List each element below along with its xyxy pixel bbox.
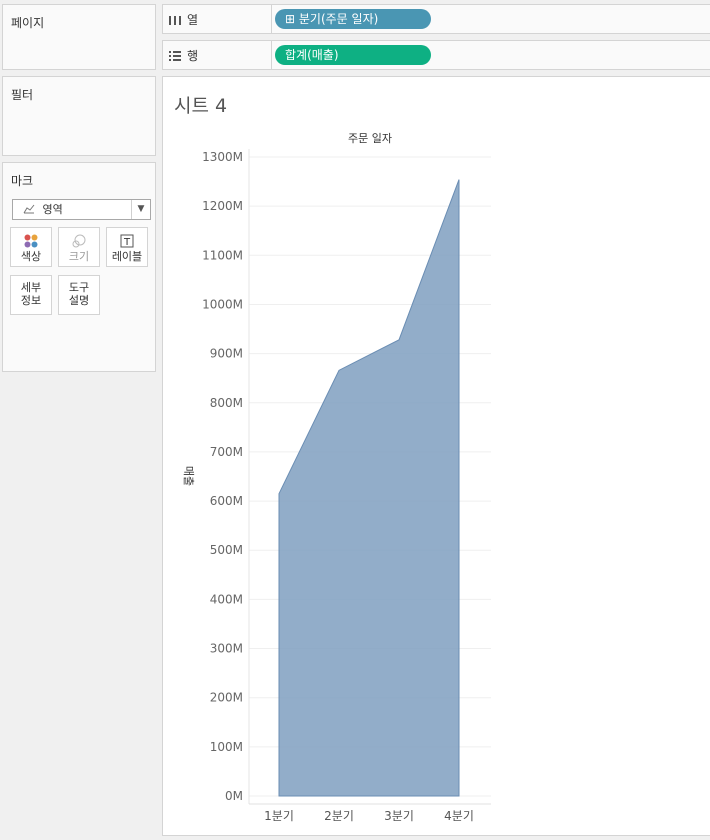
color-button-label: 색상: [20, 250, 42, 263]
filters-panel[interactable]: 필터: [2, 76, 156, 156]
marks-panel: 마크 영역 ▼ 색상 크기 T 레이블 세부 정보 도구 설명: [2, 162, 156, 372]
y-tick-label: 0M: [225, 789, 243, 803]
detail-button[interactable]: 세부 정보: [10, 275, 52, 315]
area-chart-icon: [23, 204, 35, 214]
y-axis: 0M 100M 200M 300M 400M 500M 600M 700M 800M 900M 10…: [202, 149, 250, 804]
x-tick-label: 2분기: [324, 809, 354, 823]
y-tick-label: 600M: [210, 494, 243, 508]
filters-panel-title: 필터: [11, 88, 34, 102]
data-point[interactable]: [397, 338, 401, 342]
y-tick-label: 400M: [210, 592, 243, 606]
y-tick-label: 200M: [210, 691, 243, 705]
area-series[interactable]: [278, 179, 460, 797]
x-axis: 1분기 2분기 3분기 4분기: [249, 803, 491, 823]
svg-text:T: T: [123, 237, 131, 248]
area-chart[interactable]: 0M 100M 200M 300M 400M 500M 600M 700M 800M 900M 10…: [163, 77, 710, 832]
chevron-down-icon: ▼: [131, 200, 150, 219]
y-tick-label: 300M: [210, 642, 243, 656]
y-axis-title: 매출: [182, 466, 195, 486]
text-label-icon: T: [120, 234, 134, 248]
pages-panel[interactable]: 페이지: [2, 4, 156, 70]
size-icon: [72, 234, 86, 248]
worksheet-view: 시트 4 0M 100M 200M 300M 400M 500M 600M 700M 800M 9…: [162, 76, 710, 836]
y-tick-label: 900M: [210, 347, 243, 361]
columns-shelf-label: 열: [187, 13, 199, 27]
mark-type-dropdown[interactable]: 영역 ▼: [12, 199, 151, 220]
columns-icon: [169, 15, 181, 25]
y-tick-label: 1300M: [202, 150, 243, 164]
color-icon: [24, 234, 38, 248]
chart-marks[interactable]: [277, 178, 461, 797]
y-tick-label: 500M: [210, 543, 243, 557]
size-button[interactable]: 크기: [58, 227, 100, 267]
column-header: 주문 일자: [348, 131, 392, 145]
data-point[interactable]: [277, 492, 281, 496]
y-tick-label: 100M: [210, 740, 243, 754]
x-tick-label: 4분기: [444, 809, 474, 823]
tooltip-button[interactable]: 도구 설명: [58, 275, 100, 315]
columns-shelf-label-group: 열: [169, 11, 198, 28]
color-button[interactable]: 색상: [10, 227, 52, 267]
detail-button-label-1: 세부: [20, 281, 42, 294]
y-tick-label: 800M: [210, 396, 243, 410]
x-tick-label: 3분기: [384, 809, 414, 823]
y-tick-label: 1100M: [202, 248, 243, 262]
label-button[interactable]: T 레이블: [106, 227, 148, 267]
shelf-divider: [271, 5, 272, 33]
rows-icon: [169, 50, 181, 61]
y-tick-label: 1000M: [202, 297, 243, 311]
detail-button-label-2: 정보: [20, 294, 42, 307]
mark-type-label: 영역: [42, 203, 63, 216]
rows-pill[interactable]: 합계(매출): [275, 45, 431, 65]
rows-shelf[interactable]: 행 합계(매출): [162, 40, 710, 70]
tooltip-button-label-2: 설명: [68, 294, 90, 307]
rows-shelf-label-group: 행: [169, 47, 198, 64]
label-button-label: 레이블: [111, 250, 143, 263]
y-tick-label: 700M: [210, 445, 243, 459]
marks-panel-title: 마크: [11, 174, 34, 188]
y-tick-label: 1200M: [202, 199, 243, 213]
shelf-divider: [271, 41, 272, 69]
rows-shelf-label: 행: [187, 49, 199, 63]
data-point[interactable]: [457, 178, 461, 182]
data-point[interactable]: [337, 368, 341, 372]
x-tick-label: 1분기: [264, 809, 294, 823]
columns-pill[interactable]: ⊞ 분기(주문 일자): [275, 9, 431, 29]
columns-shelf[interactable]: 열 ⊞ 분기(주문 일자): [162, 4, 710, 34]
size-button-label: 크기: [68, 250, 90, 263]
pages-panel-title: 페이지: [11, 16, 45, 30]
tooltip-button-label-1: 도구: [68, 281, 90, 294]
